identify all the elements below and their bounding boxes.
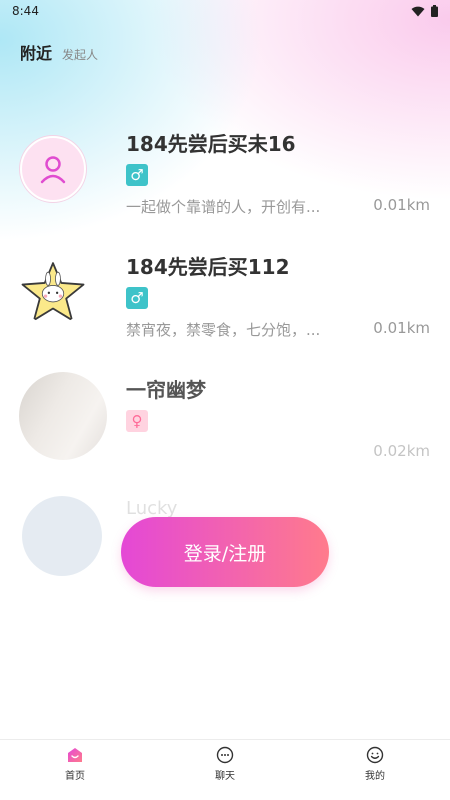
default-user-icon — [40, 156, 66, 184]
top-tabs: 附近 发起人 — [20, 40, 98, 64]
profile-icon — [366, 746, 384, 764]
list-item[interactable]: 一帘幽梦 ♀ 0.02km — [0, 362, 450, 485]
tab-profile-label: 我的 — [365, 771, 385, 782]
user-bio: 禁宵夜，禁零食，七分饱，... — [126, 321, 321, 339]
user-name: 一帘幽梦 — [126, 378, 206, 402]
user-distance: 0.01km — [373, 196, 430, 214]
home-icon — [66, 746, 84, 764]
status-icons — [411, 5, 438, 17]
avatar[interactable] — [20, 259, 86, 325]
star-bunny-avatar-icon — [21, 262, 85, 321]
tab-chat[interactable]: 聊天 — [190, 746, 260, 782]
tab-home[interactable]: 首页 — [40, 746, 110, 782]
list-item[interactable]: 184先尝后买112 ♂ 禁宵夜，禁零食，七分饱，... 0.01km — [0, 239, 450, 362]
tab-home-label: 首页 — [65, 771, 85, 782]
tab-nearby[interactable]: 附近 — [20, 40, 52, 64]
male-icon: ♂ — [126, 287, 148, 309]
avatar[interactable] — [20, 136, 86, 202]
user-distance: 0.01km — [373, 319, 430, 337]
user-name: 184先尝后买112 — [126, 255, 290, 279]
login-register-button[interactable]: 登录/注册 — [121, 517, 329, 587]
avatar[interactable] — [19, 372, 107, 460]
list-item[interactable]: 184先尝后买未16 ♂ 一起做个靠谱的人，开创有... 0.01km — [0, 116, 450, 239]
battery-icon — [431, 5, 438, 17]
bottom-tab-bar: 首页 聊天 我的 — [0, 739, 450, 800]
status-bar: 8:44 — [0, 0, 450, 22]
user-name: 184先尝后买未16 — [126, 132, 296, 156]
status-time: 8:44 — [12, 4, 39, 18]
tab-profile[interactable]: 我的 — [340, 746, 410, 782]
avatar — [22, 496, 102, 576]
tab-initiator[interactable]: 发起人 — [62, 46, 98, 63]
tab-chat-label: 聊天 — [215, 771, 235, 782]
user-bio: 一起做个靠谱的人，开创有... — [126, 198, 321, 216]
user-list: 184先尝后买未16 ♂ 一起做个靠谱的人，开创有... 0.01km 184先… — [0, 116, 450, 485]
chat-icon — [216, 746, 234, 764]
female-icon: ♀ — [126, 410, 148, 432]
user-distance: 0.02km — [373, 442, 430, 460]
male-icon: ♂ — [126, 164, 148, 186]
wifi-icon — [411, 6, 425, 16]
user-name: Lucky — [126, 498, 178, 519]
